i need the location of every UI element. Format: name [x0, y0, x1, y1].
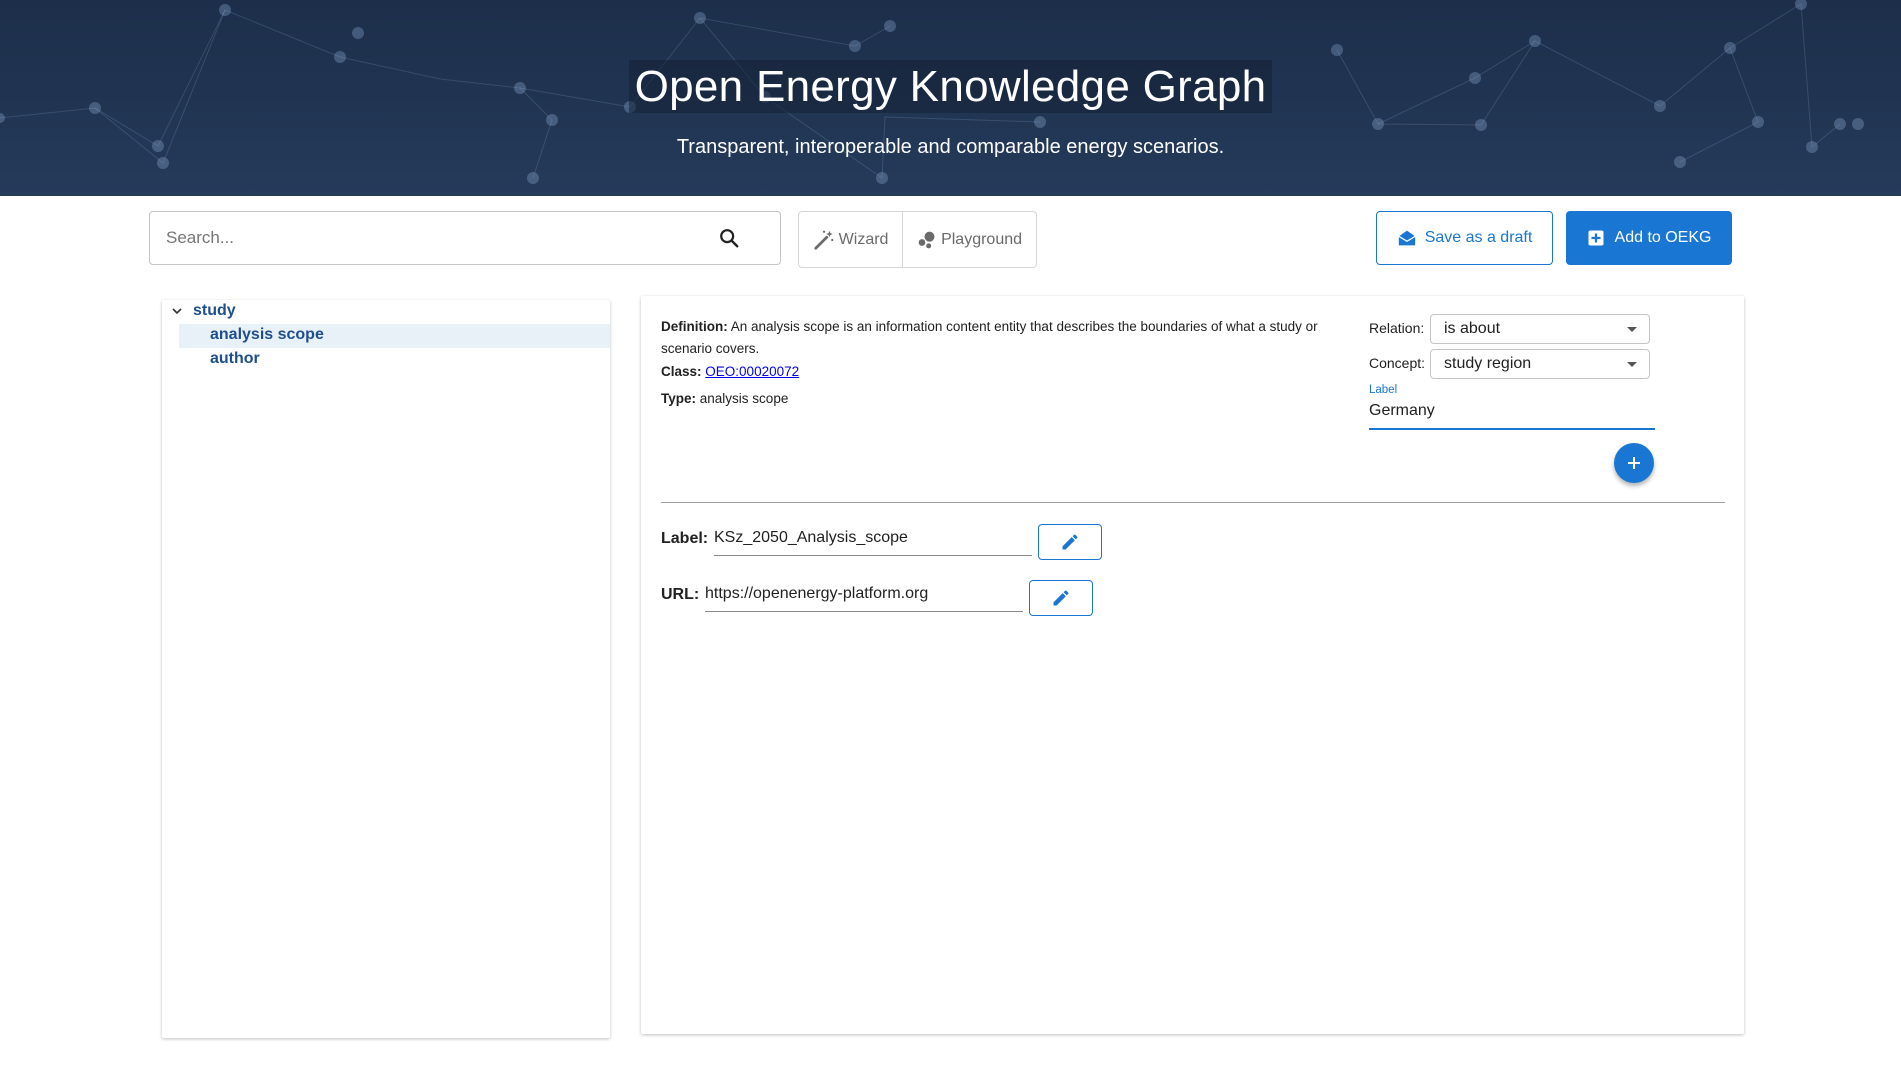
plus-icon: [1628, 457, 1640, 469]
tree-item-author[interactable]: author: [210, 350, 260, 368]
pencil-icon: [1053, 590, 1069, 606]
type-value: analysis scope: [699, 391, 789, 406]
label-field-caption: Label: [1369, 384, 1398, 396]
definition-text: Definition: An analysis scope is an info…: [661, 316, 1356, 360]
type-key: Type:: [661, 391, 697, 406]
relation-label: Relation:: [1369, 320, 1425, 336]
label-field-input[interactable]: Germany: [1369, 402, 1655, 430]
search-icon[interactable]: [718, 227, 740, 249]
envelope-open-icon: [1398, 230, 1416, 246]
dropdown-arrow-icon: [1627, 327, 1637, 332]
class-row: Class: OEO:00020072: [661, 364, 799, 379]
page-subtitle: Transparent, interoperable and comparabl…: [676, 136, 1225, 158]
definition-value: An analysis scope is an information cont…: [661, 319, 1318, 356]
add-to-oekg-label: Add to OEKG: [1614, 229, 1712, 246]
edit-url-button[interactable]: [1029, 580, 1093, 616]
detail-panel: Definition: An analysis scope is an info…: [641, 296, 1744, 1034]
url-input[interactable]: https://openenergy-platform.org: [705, 581, 1023, 612]
add-relation-button[interactable]: [1614, 443, 1654, 483]
type-row: Type: analysis scope: [661, 391, 788, 406]
pencil-icon: [1062, 534, 1078, 550]
wizard-label: Wizard: [838, 230, 889, 248]
mode-button-group: Wizard Playground: [798, 211, 1037, 268]
save-draft-button[interactable]: Save as a draft: [1376, 211, 1553, 265]
wizard-button[interactable]: Wizard: [799, 212, 904, 267]
playground-label: Playground: [941, 230, 1023, 248]
relation-select-value: is about: [1444, 320, 1501, 337]
label-key: Label:: [661, 530, 709, 547]
add-to-oekg-button[interactable]: Add to OEKG: [1566, 211, 1732, 265]
playground-button[interactable]: Playground: [903, 212, 1036, 267]
concept-select[interactable]: study region: [1430, 349, 1650, 379]
save-draft-label: Save as a draft: [1424, 229, 1533, 246]
concept-select-value: study region: [1444, 355, 1532, 372]
relation-select[interactable]: is about: [1430, 314, 1650, 344]
label-input[interactable]: KSz_2050_Analysis_scope: [714, 525, 1032, 556]
chevron-down-icon[interactable]: [172, 306, 182, 316]
search-box[interactable]: [149, 211, 781, 265]
class-key: Class:: [661, 364, 702, 379]
dropdown-arrow-icon: [1627, 362, 1637, 367]
bubbles-icon: [918, 231, 935, 248]
tree-item-study[interactable]: study: [193, 302, 236, 320]
edit-label-button[interactable]: [1038, 524, 1102, 560]
url-key: URL:: [661, 586, 700, 603]
definition-key: Definition:: [661, 319, 728, 334]
section-divider: [661, 502, 1725, 503]
class-link[interactable]: OEO:00020072: [705, 364, 799, 379]
concept-label: Concept:: [1369, 355, 1426, 371]
tree-panel: study analysis scope author: [162, 300, 610, 1038]
header-banner: Open Energy Knowledge Graph Transparent,…: [0, 0, 1901, 196]
add-box-icon: [1588, 230, 1604, 246]
page-title: Open Energy Knowledge Graph: [0, 60, 1901, 113]
magic-wand-icon: [814, 230, 834, 250]
search-input[interactable]: [164, 227, 708, 249]
tree-item-analysis-scope[interactable]: analysis scope: [210, 326, 324, 344]
